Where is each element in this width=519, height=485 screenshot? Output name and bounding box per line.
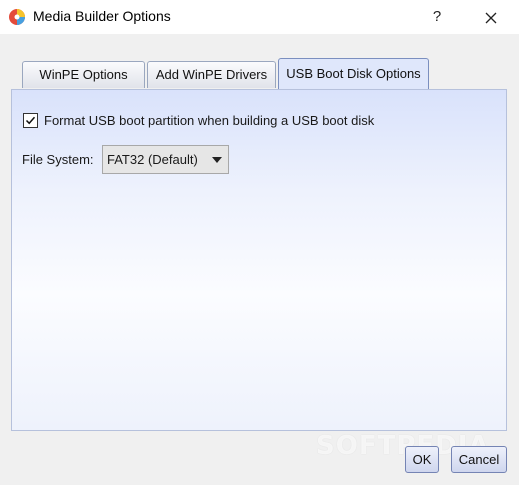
usb-options-panel: Format USB boot partition when building … [11,89,507,431]
chevron-down-icon [212,157,222,163]
tab-strip: WinPE Options Add WinPE Drivers USB Boot… [12,58,512,90]
file-system-select[interactable]: FAT32 (Default) [102,145,229,174]
help-button[interactable]: ? [426,4,448,30]
title-bar: Media Builder Options ? [0,0,519,34]
window-title: Media Builder Options [33,8,171,24]
app-disk-icon [9,9,25,25]
format-checkbox[interactable] [23,113,38,128]
tab-winpe-options[interactable]: WinPE Options [22,61,145,88]
file-system-value: FAT32 (Default) [107,152,198,167]
tab-add-winpe-drivers[interactable]: Add WinPE Drivers [147,61,276,88]
format-checkbox-label: Format USB boot partition when building … [44,113,375,128]
tab-usb-boot-disk-options[interactable]: USB Boot Disk Options [278,58,429,89]
cancel-button[interactable]: Cancel [451,446,507,473]
file-system-label: File System: [22,152,94,167]
ok-button[interactable]: OK [405,446,439,473]
close-icon[interactable] [478,5,504,31]
checkmark-icon [25,116,36,125]
